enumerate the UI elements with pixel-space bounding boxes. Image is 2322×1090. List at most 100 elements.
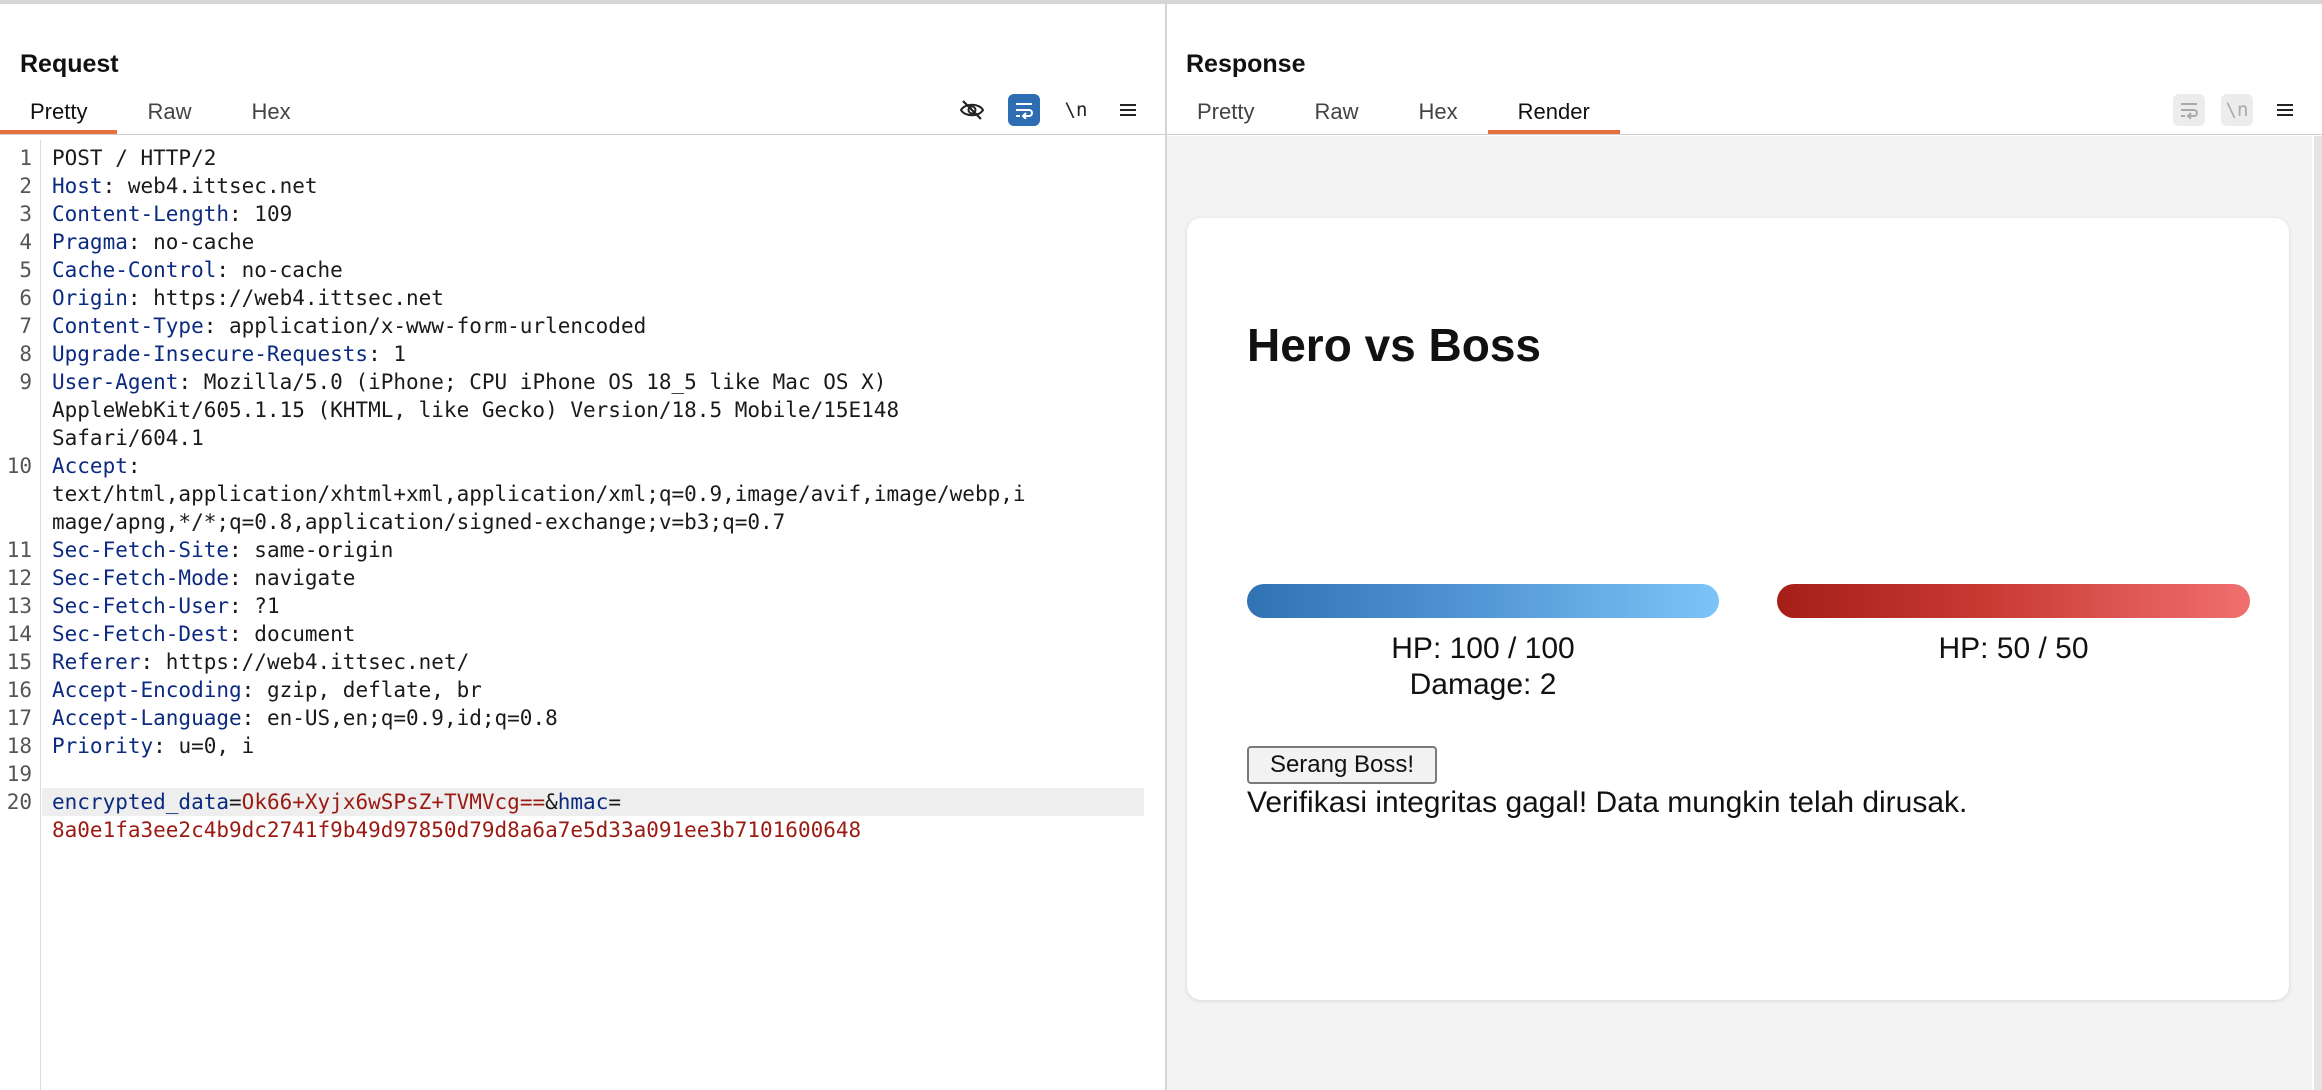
code-text: Safari/604.1 — [52, 426, 204, 450]
request-title: Request — [20, 50, 119, 78]
line-number: 3 — [19, 202, 32, 226]
line-number: 14 — [6, 622, 32, 646]
game-title: Hero vs Boss — [1247, 319, 1542, 371]
line-code: User-Agent: Mozilla/5.0 (iPhone; CPU iPh… — [52, 368, 886, 396]
request-pane: Request Pretty Raw Hex \n 1 POST / HTTP/2… — [0, 4, 1165, 1090]
code-text: : 1 — [368, 342, 407, 366]
request-tab-divider — [0, 134, 1165, 135]
line-code: POST / HTTP/2 — [52, 144, 216, 172]
request-editor[interactable]: 1 POST / HTTP/2 2 Host: web4.ittsec.net 3 Con… — [0, 140, 1162, 1090]
code-line: 2 Host: web4.ittsec.net — [0, 172, 1162, 200]
line-code: text/html,application/xhtml+xml,applicat… — [52, 480, 1026, 508]
code-line: 10 Accept: — [0, 452, 1162, 480]
eye-slash-icon[interactable] — [956, 94, 988, 126]
code-text: & — [545, 790, 558, 814]
code-line: 4 Pragma: no-cache — [0, 228, 1162, 256]
newline-toggle[interactable]: \n — [2221, 94, 2253, 126]
code-text: : same-origin — [229, 538, 394, 562]
boss-hp-text: HP: 50 / 50 — [1938, 632, 2089, 665]
line-code: Safari/604.1 — [52, 424, 204, 452]
code-line: 8a0e1fa3ee2c4b9dc2741f9b49d97850d79d8a6a… — [0, 816, 1162, 844]
request-tab-raw[interactable]: Raw — [117, 90, 221, 134]
code-line: 8 Upgrade-Insecure-Requests: 1 — [0, 340, 1162, 368]
header-name: Sec-Fetch-Mode — [52, 566, 230, 590]
request-tab-pretty[interactable]: Pretty — [0, 90, 118, 134]
header-name: Sec-Fetch-Site — [52, 538, 230, 562]
code-text: : no-cache — [216, 258, 343, 282]
param-name: hmac — [557, 790, 609, 814]
header-name: Accept — [52, 454, 128, 478]
code-line: 6 Origin: https://web4.ittsec.net — [0, 284, 1162, 312]
code-line: text/html,application/xhtml+xml,applicat… — [0, 480, 1162, 508]
code-line: 3 Content-Length: 109 — [0, 200, 1162, 228]
code-line: 1 POST / HTTP/2 — [0, 144, 1162, 172]
response-tab-render[interactable]: Render — [1487, 90, 1620, 134]
line-number: 19 — [6, 762, 32, 786]
param-value: Ok66+Xyjx6wSPsZ+TVMVcg== — [241, 790, 546, 814]
code-text: : application/x-www-form-urlencoded — [203, 314, 647, 338]
hamburger-menu-icon[interactable] — [1112, 94, 1144, 126]
request-tab-hex[interactable]: Hex — [221, 90, 320, 134]
response-tab-pretty[interactable]: Pretty — [1167, 90, 1284, 134]
code-line: 17 Accept-Language: en-US,en;q=0.9,id;q=0… — [0, 704, 1162, 732]
code-line: 13 Sec-Fetch-User: ?1 — [0, 592, 1162, 620]
code-text: : u=0, i — [153, 734, 255, 758]
word-wrap-icon[interactable] — [2173, 94, 2205, 126]
hero-hp-text: HP: 100 / 100 — [1391, 632, 1575, 665]
code-text: = — [608, 790, 621, 814]
code-text: : 109 — [229, 202, 293, 226]
code-text: : en-US,en;q=0.9,id;q=0.8 — [241, 706, 558, 730]
code-text: : — [127, 454, 141, 478]
word-wrap-icon[interactable] — [1008, 94, 1040, 126]
line-code: Origin: https://web4.ittsec.net — [52, 284, 444, 312]
line-number: 5 — [19, 258, 32, 282]
hamburger-menu-icon[interactable] — [2269, 94, 2301, 126]
code-text: : https://web4.ittsec.net/ — [140, 650, 470, 674]
code-line: 16 Accept-Encoding: gzip, deflate, br — [0, 676, 1162, 704]
code-text: : ?1 — [229, 594, 280, 618]
request-toolbar: \n — [956, 94, 1144, 126]
header-name: Referer — [52, 650, 141, 674]
response-tab-divider — [1167, 134, 2322, 135]
header-name: User-Agent — [52, 370, 179, 394]
line-number: 20 — [6, 790, 32, 814]
line-number: 11 — [6, 538, 32, 562]
code-line: 18 Priority: u=0, i — [0, 732, 1162, 760]
line-code: Accept-Encoding: gzip, deflate, br — [52, 676, 482, 704]
line-number: 8 — [19, 342, 32, 366]
header-name: Host — [52, 174, 103, 198]
header-name: Accept-Language — [52, 706, 242, 730]
code-line: 19 — [0, 760, 1162, 788]
header-name: Upgrade-Insecure-Requests — [52, 342, 369, 366]
hero-damage-text: Damage: 2 — [1409, 668, 1557, 701]
line-number: 15 — [6, 650, 32, 674]
code-text: : gzip, deflate, br — [241, 678, 482, 702]
line-code: mage/apng,*/*;q=0.8,application/signed-e… — [52, 508, 785, 536]
code-text: AppleWebKit/605.1.15 (KHTML, like Gecko)… — [52, 398, 900, 422]
line-code: Sec-Fetch-Mode: navigate — [52, 564, 355, 592]
header-name: Content-Length — [52, 202, 230, 226]
code-text: : Mozilla/5.0 (iPhone; CPU iPhone OS 18_… — [178, 370, 887, 394]
header-name: Content-Type — [52, 314, 204, 338]
line-code: encrypted_data=Ok66+Xyjx6wSPsZ+TVMVcg==&… — [52, 788, 621, 816]
line-code: Pragma: no-cache — [52, 228, 254, 256]
header-name: Pragma — [52, 230, 128, 254]
response-tab-hex[interactable]: Hex — [1388, 90, 1487, 134]
line-number: 4 — [19, 230, 32, 254]
code-line: 14 Sec-Fetch-Dest: document — [0, 620, 1162, 648]
code-text: mage/apng,*/*;q=0.8,application/signed-e… — [52, 510, 786, 534]
line-code: Sec-Fetch-Site: same-origin — [52, 536, 393, 564]
header-name: Accept-Encoding — [52, 678, 242, 702]
code-text: POST / HTTP/2 — [52, 146, 217, 170]
code-line: 12 Sec-Fetch-Mode: navigate — [0, 564, 1162, 592]
header-name: Origin — [52, 286, 128, 310]
response-tab-raw[interactable]: Raw — [1284, 90, 1388, 134]
code-text: : https://web4.ittsec.net — [127, 286, 444, 310]
line-number: 16 — [6, 678, 32, 702]
attack-boss-button[interactable]: Serang Boss! — [1247, 746, 1437, 784]
line-number: 6 — [19, 286, 32, 310]
newline-toggle[interactable]: \n — [1060, 94, 1092, 126]
code-line: 9 User-Agent: Mozilla/5.0 (iPhone; CPU iP… — [0, 368, 1162, 396]
render-scrollbar[interactable] — [2314, 136, 2322, 1090]
code-line: 5 Cache-Control: no-cache — [0, 256, 1162, 284]
